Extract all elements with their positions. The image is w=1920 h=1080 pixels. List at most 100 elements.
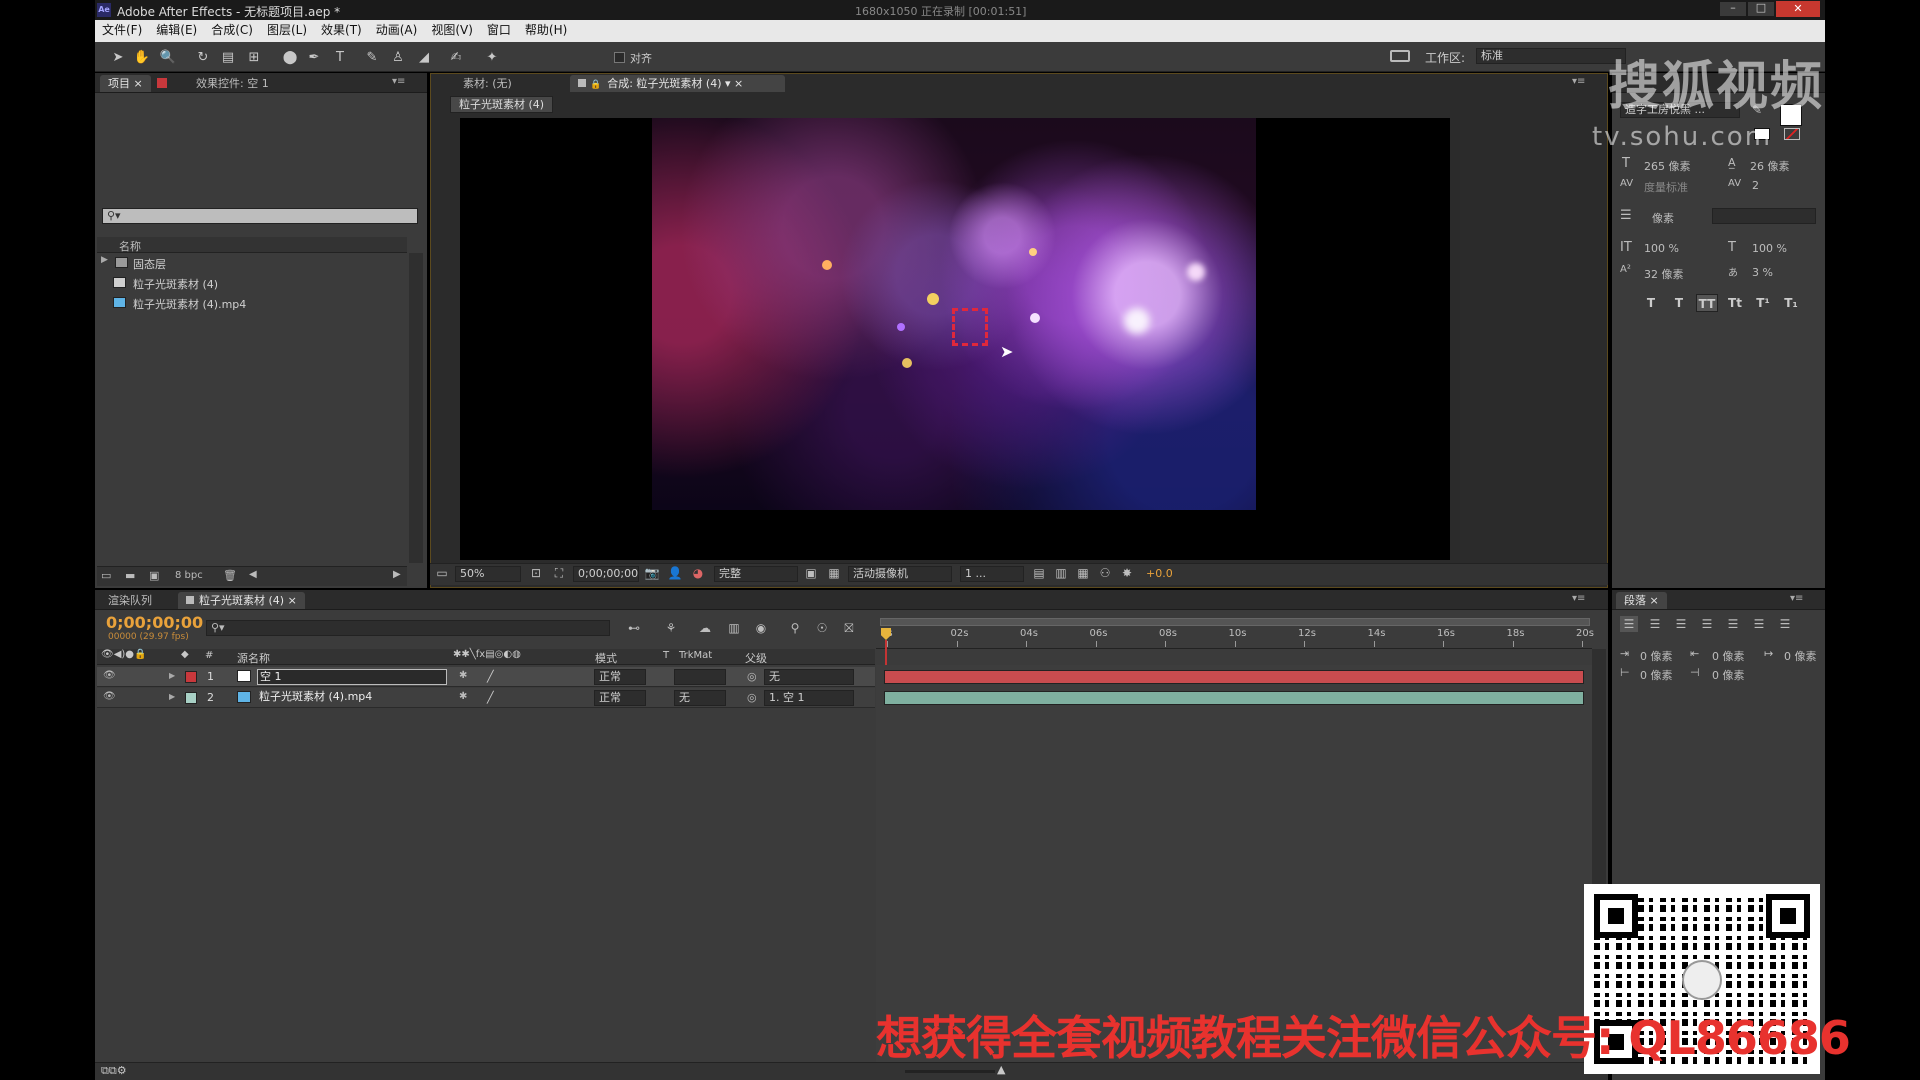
align-button-icon[interactable]: ☰ xyxy=(1620,616,1638,632)
layer-name[interactable]: 粒子光斑素材 (4).mp4 xyxy=(257,690,447,706)
project-scrollbar[interactable] xyxy=(409,253,423,563)
menu-item-7[interactable]: 窗口 xyxy=(480,20,518,40)
viewer-panel-menu-icon[interactable]: ▾≡ xyxy=(1572,76,1585,87)
menu-item-4[interactable]: 效果(T) xyxy=(314,20,369,40)
tab-paragraph[interactable]: 段落 × xyxy=(1616,592,1667,609)
baseline-shift-value[interactable]: 32 像素 xyxy=(1644,266,1684,282)
new-comp-icon[interactable]: ▣ xyxy=(149,569,159,582)
shy-switch-icon[interactable]: ✱ xyxy=(459,670,467,681)
text-style-button[interactable]: T¹ xyxy=(1752,294,1774,312)
quality-switch-icon[interactable]: ╱ xyxy=(487,691,494,704)
horizontal-scale-value[interactable]: 100 % xyxy=(1752,242,1787,255)
project-item[interactable]: 粒子光斑素材 (4) xyxy=(97,274,407,292)
flowchart-icon[interactable]: ⚇ xyxy=(1096,564,1114,582)
hide-shy-layers-icon[interactable]: ☁ xyxy=(696,619,714,637)
hand-tool-icon[interactable]: ✋ xyxy=(132,48,152,68)
brainstorm-icon[interactable]: ☉ xyxy=(813,619,831,637)
maximize-button[interactable]: □ xyxy=(1748,2,1774,16)
track-matte-select[interactable] xyxy=(674,669,726,685)
fast-preview-icon[interactable]: ▥ xyxy=(1052,564,1070,582)
shape-tool-icon[interactable]: ⬤ xyxy=(280,48,300,68)
align-button-icon[interactable]: ☰ xyxy=(1776,616,1794,632)
source-name-header[interactable]: 源名称 xyxy=(237,650,270,666)
puppet-tool-icon[interactable]: ✦ xyxy=(482,48,502,68)
always-preview-icon[interactable]: ▭ xyxy=(433,564,451,582)
view-layout-select[interactable]: 1 ... xyxy=(960,566,1024,582)
menu-item-8[interactable]: 帮助(H) xyxy=(518,20,574,40)
frame-blending-icon[interactable]: ▥ xyxy=(725,619,743,637)
indent-first-value[interactable]: 0 像素 xyxy=(1784,648,1817,664)
vertical-scale-value[interactable]: 100 % xyxy=(1644,242,1679,255)
minimize-button[interactable]: – xyxy=(1720,2,1746,16)
safe-zones-icon[interactable]: ⛶ xyxy=(550,564,568,582)
draft-3d-icon[interactable]: ⚘ xyxy=(662,619,680,637)
layer-duration-bar[interactable] xyxy=(884,670,1584,684)
align-button-icon[interactable]: ☰ xyxy=(1724,616,1742,632)
scroll-left-icon[interactable]: ◀ xyxy=(249,569,257,580)
visibility-eye-icon[interactable]: 👁 xyxy=(103,691,116,702)
menu-item-1[interactable]: 编辑(E) xyxy=(149,20,204,40)
paragraph-panel-menu-icon[interactable]: ▾≡ xyxy=(1790,593,1803,604)
stroke-unit[interactable]: 像素 xyxy=(1652,210,1674,226)
type-tool-icon[interactable]: T xyxy=(330,48,350,68)
project-search-input[interactable]: ⚲▾ xyxy=(102,208,418,224)
menu-item-0[interactable]: 文件(F) xyxy=(95,20,149,40)
label-color-swatch[interactable] xyxy=(185,671,197,683)
layer-row[interactable]: 👁 ▶ 1 空 1 ✱ ╱ 正常 ◎ 无 xyxy=(97,667,875,687)
comp-mini-flowchart-icon[interactable]: ⊷ xyxy=(625,619,643,637)
zoom-slider[interactable] xyxy=(905,1070,995,1073)
work-area-bar[interactable] xyxy=(880,618,1590,626)
parent-pickwhip-icon[interactable]: ◎ xyxy=(747,691,757,704)
eraser-tool-icon[interactable]: ◢ xyxy=(414,48,434,68)
quality-switch-icon[interactable]: ╱ xyxy=(487,670,494,683)
trash-icon[interactable]: 🗑 xyxy=(223,569,237,582)
live-update-icon[interactable]: ⛝ xyxy=(840,619,858,637)
layer-duration-bar[interactable] xyxy=(884,691,1584,705)
exposure-value[interactable]: +0.0 xyxy=(1146,567,1173,580)
zoom-select[interactable]: 50% xyxy=(455,566,521,582)
expand-arrow-icon[interactable]: ▶ xyxy=(101,255,108,265)
current-time-field[interactable]: 0;00;00;00 xyxy=(573,566,639,582)
track-matte-select[interactable]: 无 xyxy=(674,690,726,706)
blend-mode-select[interactable]: 正常 xyxy=(594,690,646,706)
text-style-button[interactable]: Tt xyxy=(1724,294,1746,312)
timeline-search-input[interactable]: ⚲▾ xyxy=(206,620,610,636)
tab-effect-controls[interactable]: 效果控件: 空 1 xyxy=(188,75,277,92)
layer-name[interactable]: 空 1 xyxy=(257,669,447,685)
leading-value[interactable]: 26 像素 xyxy=(1750,158,1790,174)
parent-select[interactable]: 1. 空 1 xyxy=(764,690,854,706)
channel-icon[interactable]: ◕ xyxy=(689,564,707,582)
resolution-select[interactable]: 完整 xyxy=(714,566,798,582)
brush-tool-icon[interactable]: ✎ xyxy=(362,48,382,68)
timeline-panel-menu-icon[interactable]: ▾≡ xyxy=(1572,593,1585,604)
tsume-value[interactable]: 3 % xyxy=(1752,266,1773,279)
menu-item-2[interactable]: 合成(C) xyxy=(204,20,260,40)
comp-navigator-button[interactable]: 粒子光斑素材 (4) xyxy=(450,96,554,113)
roto-brush-tool-icon[interactable]: ✍ xyxy=(446,48,466,68)
timeline-timecode[interactable]: 0;00;00;00 xyxy=(106,613,203,632)
tracking-value[interactable]: 2 xyxy=(1752,179,1759,192)
interpret-footage-icon[interactable]: ▭ xyxy=(101,569,111,582)
region-of-interest-icon[interactable]: ▣ xyxy=(802,564,820,582)
close-button[interactable]: ✕ xyxy=(1776,1,1820,17)
clone-stamp-tool-icon[interactable]: ♙ xyxy=(388,48,408,68)
text-style-button[interactable]: T₁ xyxy=(1780,294,1802,312)
text-style-button[interactable]: T xyxy=(1668,294,1690,312)
tab-render-queue[interactable]: 渲染队列 xyxy=(100,592,160,609)
kerning-value[interactable]: 度量标准 xyxy=(1644,179,1688,195)
font-size-value[interactable]: 265 像素 xyxy=(1644,158,1691,174)
indent-left-value[interactable]: 0 像素 xyxy=(1640,648,1673,664)
zoom-tool-icon[interactable]: 🔍 xyxy=(158,48,178,68)
visibility-eye-icon[interactable]: 👁 xyxy=(103,670,116,681)
bpc-label[interactable]: 8 bpc xyxy=(175,570,203,581)
motion-blur-icon[interactable]: ◉ xyxy=(752,619,770,637)
indent-right-value[interactable]: 0 像素 xyxy=(1712,648,1745,664)
blend-mode-select[interactable]: 正常 xyxy=(594,669,646,685)
scroll-right-icon[interactable]: ▶ xyxy=(393,569,401,580)
show-snapshot-icon[interactable]: 👤 xyxy=(666,564,684,582)
toggle-switches-icon[interactable]: ⧉⧉⚙ xyxy=(101,1064,127,1078)
align-button-icon[interactable]: ☰ xyxy=(1698,616,1716,632)
expand-arrow-icon[interactable]: ▶ xyxy=(169,692,175,701)
new-folder-icon[interactable]: ▬ xyxy=(125,569,135,582)
pen-tool-icon[interactable]: ✒ xyxy=(304,48,324,68)
